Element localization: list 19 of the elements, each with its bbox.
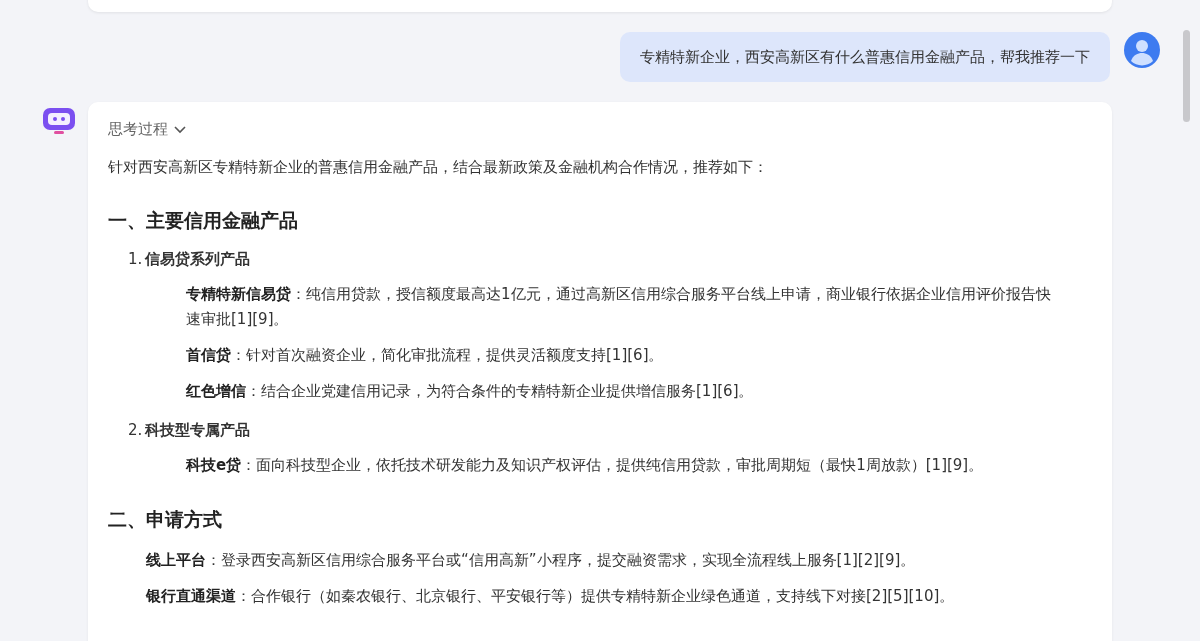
intro-text: 针对西安高新区专精特新企业的普惠信用金融产品，结合最新政策及金融机构合作情况，推荐如下： bbox=[108, 157, 769, 178]
product-description: 首信贷：针对首次融资企业，简化审批流程，提供灵活额度支持[1][6]。 bbox=[186, 345, 665, 366]
channel-description: 银行直通渠道：合作银行（如秦农银行、北京银行、平安银行等）提供专精特新企业绿色通道，支持线下对接[2][5][10]。 bbox=[146, 586, 956, 607]
list-number: 1. bbox=[128, 249, 143, 270]
section-heading: 一、主要信用金融产品 bbox=[108, 208, 299, 233]
user-message: 专精特新企业，西安高新区有什么普惠信用金融产品，帮我推荐一下 bbox=[620, 32, 1110, 82]
list-number: 2. bbox=[128, 420, 143, 441]
chevron-down-icon bbox=[174, 125, 186, 134]
section-heading: 二、申请方式 bbox=[108, 507, 223, 532]
product-description: 红色增信：结合企业党建信用记录，为符合条件的专精特新企业提供增信服务[1][6]。 bbox=[186, 381, 755, 402]
user-avatar-icon bbox=[1124, 32, 1160, 68]
product-description: 科技e贷：面向科技型企业，依托技术研发能力及知识产权评估，提供纯信用贷款，审批周期短（最快1周放款）[1][9]。 bbox=[186, 455, 985, 476]
scrollbar[interactable] bbox=[1183, 30, 1190, 122]
thinking-toggle[interactable]: 思考过程 bbox=[108, 120, 186, 139]
channel-description: 线上平台：登录西安高新区信用综合服务平台或“信用高新”小程序，提交融资需求，实现全流程线上服务[1][2][9]。 bbox=[146, 550, 917, 571]
product-description: 专精特新信易贷：纯信用贷款，授信额度最高达1亿元，通过高新区信用综合服务平台线上申请，商业银行依据企业信用评价报告快速审批[1][9]。 bbox=[186, 284, 1052, 330]
robot-icon bbox=[42, 106, 76, 136]
list-title: 科技型专属产品 bbox=[145, 420, 251, 441]
list-title: 信易贷系列产品 bbox=[145, 249, 251, 270]
